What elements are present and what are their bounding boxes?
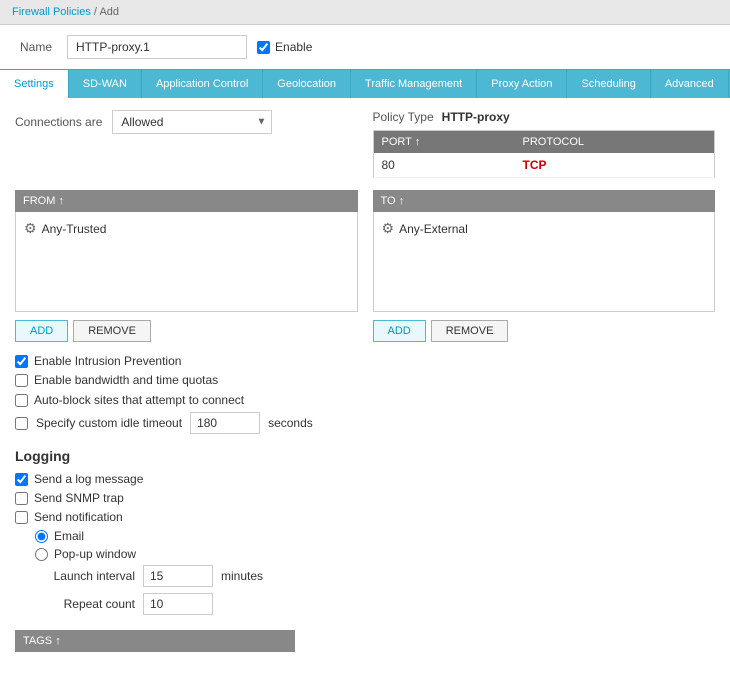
send-log-row: Send a log message <box>15 472 715 486</box>
tags-bar: TAGS ↑ <box>15 630 295 652</box>
send-snmp-label: Send SNMP trap <box>34 491 124 505</box>
list-item: ⚙ Any-External <box>382 220 707 237</box>
to-btn-row: ADD REMOVE <box>373 320 716 342</box>
connections-label: Connections are <box>15 115 102 129</box>
timeout-suffix: seconds <box>268 416 313 430</box>
popup-radio-label: Pop-up window <box>54 547 136 561</box>
send-snmp-row: Send SNMP trap <box>15 491 715 505</box>
send-log-checkbox[interactable] <box>15 473 28 486</box>
intrusion-prevention-label: Enable Intrusion Prevention <box>34 354 181 368</box>
to-header: TO ↑ <box>373 190 716 212</box>
content-area: Connections are Allowed Denied ▼ Policy … <box>0 98 730 664</box>
from-section: FROM ↑ ⚙ Any-Trusted ADD REMOVE <box>15 190 358 342</box>
member-icon: ⚙ <box>24 220 37 237</box>
to-content: ⚙ Any-External <box>373 212 716 312</box>
port-table: PORT ↑ PROTOCOL 80 TCP <box>373 130 716 178</box>
policy-type-row: Policy Type HTTP-proxy <box>373 110 716 124</box>
list-item: ⚙ Any-Trusted <box>24 220 349 237</box>
breadcrumb-current: Add <box>99 6 119 18</box>
name-input[interactable] <box>67 35 247 59</box>
enable-row: Enable <box>257 40 312 54</box>
to-member: Any-External <box>399 222 468 236</box>
bandwidth-time-label: Enable bandwidth and time quotas <box>34 373 218 387</box>
custom-idle-row: Specify custom idle timeout seconds <box>15 412 715 434</box>
tab-sdwan[interactable]: SD-WAN <box>69 70 142 98</box>
bandwidth-time-row: Enable bandwidth and time quotas <box>15 373 715 387</box>
policy-type-label: Policy Type <box>373 110 434 124</box>
tab-application-control[interactable]: Application Control <box>142 70 263 98</box>
enable-label: Enable <box>275 40 312 54</box>
tabs-bar: Settings SD-WAN Application Control Geol… <box>0 69 730 98</box>
intrusion-prevention-checkbox[interactable] <box>15 355 28 368</box>
policy-type-value: HTTP-proxy <box>442 110 510 124</box>
enable-checkbox[interactable] <box>257 41 270 54</box>
from-remove-button[interactable]: REMOVE <box>73 320 151 342</box>
breadcrumb-parent[interactable]: Firewall Policies <box>12 6 91 18</box>
launch-interval-input[interactable] <box>143 565 213 587</box>
port-col-header: PORT ↑ <box>373 131 515 154</box>
to-section: TO ↑ ⚙ Any-External ADD REMOVE <box>373 190 716 342</box>
repeat-count-label: Repeat count <box>45 597 135 611</box>
connections-row: Connections are Allowed Denied ▼ <box>15 110 358 134</box>
email-radio-label: Email <box>54 529 84 543</box>
send-snmp-checkbox[interactable] <box>15 492 28 505</box>
port-value: 80 <box>373 153 515 178</box>
tab-scheduling[interactable]: Scheduling <box>567 70 650 98</box>
protocol-value: TCP <box>515 153 715 178</box>
name-row: Name Enable <box>0 25 730 69</box>
name-label: Name <box>20 40 52 54</box>
auto-block-row: Auto-block sites that attempt to connect <box>15 393 715 407</box>
to-remove-button[interactable]: REMOVE <box>431 320 509 342</box>
from-header-text: FROM ↑ <box>23 195 64 207</box>
send-log-label: Send a log message <box>34 472 143 486</box>
tab-proxy-action[interactable]: Proxy Action <box>477 70 567 98</box>
auto-block-checkbox[interactable] <box>15 394 28 407</box>
connections-select-wrapper: Allowed Denied ▼ <box>112 110 272 134</box>
to-add-button[interactable]: ADD <box>373 320 426 342</box>
tab-geolocation[interactable]: Geolocation <box>263 70 351 98</box>
launch-interval-suffix: minutes <box>221 569 263 583</box>
launch-interval-label: Launch interval <box>45 569 135 583</box>
timeout-input[interactable] <box>190 412 260 434</box>
table-row: 80 TCP <box>373 153 715 178</box>
tags-header: TAGS ↑ <box>23 635 61 647</box>
from-btn-row: ADD REMOVE <box>15 320 358 342</box>
logging-title: Logging <box>15 448 715 464</box>
custom-idle-checkbox[interactable] <box>15 417 28 430</box>
custom-idle-label: Specify custom idle timeout <box>36 416 182 430</box>
tab-traffic-management[interactable]: Traffic Management <box>351 70 477 98</box>
email-radio-row: Email <box>35 529 715 543</box>
popup-radio-row: Pop-up window <box>35 547 715 561</box>
protocol-col-header: PROTOCOL <box>515 131 715 154</box>
launch-interval-row: Launch interval minutes <box>45 565 715 587</box>
auto-block-label: Auto-block sites that attempt to connect <box>34 393 244 407</box>
breadcrumb: Firewall Policies / Add <box>0 0 730 25</box>
logging-section: Logging Send a log message Send SNMP tra… <box>15 448 715 615</box>
member-icon: ⚙ <box>382 220 395 237</box>
top-section: Connections are Allowed Denied ▼ Policy … <box>15 110 715 178</box>
to-header-text: TO ↑ <box>381 195 405 207</box>
bandwidth-time-checkbox[interactable] <box>15 374 28 387</box>
connections-select[interactable]: Allowed Denied <box>112 110 272 134</box>
checkboxes-section: Enable Intrusion Prevention Enable bandw… <box>15 354 715 434</box>
tab-advanced[interactable]: Advanced <box>651 70 729 98</box>
send-notification-label: Send notification <box>34 510 123 524</box>
policy-type-section: Policy Type HTTP-proxy PORT ↑ PROTOCOL 8… <box>373 110 716 178</box>
connections-section: Connections are Allowed Denied ▼ <box>15 110 358 178</box>
from-to-columns: FROM ↑ ⚙ Any-Trusted ADD REMOVE TO ↑ <box>15 190 715 342</box>
from-content: ⚙ Any-Trusted <box>15 212 358 312</box>
send-notification-checkbox[interactable] <box>15 511 28 524</box>
from-add-button[interactable]: ADD <box>15 320 68 342</box>
email-radio[interactable] <box>35 530 48 543</box>
popup-radio[interactable] <box>35 548 48 561</box>
from-header: FROM ↑ <box>15 190 358 212</box>
repeat-count-row: Repeat count <box>45 593 715 615</box>
send-notification-row: Send notification <box>15 510 715 524</box>
intrusion-prevention-row: Enable Intrusion Prevention <box>15 354 715 368</box>
repeat-count-input[interactable] <box>143 593 213 615</box>
tab-settings[interactable]: Settings <box>0 70 69 98</box>
from-member: Any-Trusted <box>42 222 107 236</box>
